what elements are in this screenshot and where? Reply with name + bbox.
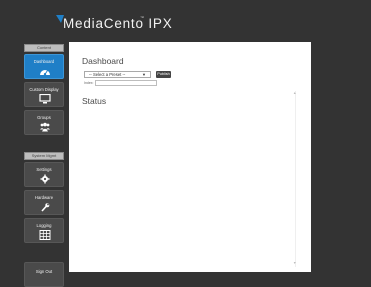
scroll-up-icon[interactable]: ▲ <box>293 91 296 95</box>
trademark-symbol: ™ <box>140 15 144 20</box>
sidebar-item-label: Settings <box>36 167 52 172</box>
sidebar-item-label: Logging <box>36 223 52 228</box>
sidebar-item-label: Hardware <box>34 195 54 200</box>
sidebar-item-logging[interactable]: Logging <box>24 218 64 243</box>
preset-select-value: -- Select a Preset -- <box>89 72 126 77</box>
logo-name: MediaCento <box>63 16 144 31</box>
sidebar-item-dashboard[interactable]: Dashboard <box>24 54 64 79</box>
preset-select[interactable]: -- Select a Preset -- ▼ <box>84 71 151 78</box>
index-label: Index: <box>84 80 94 85</box>
status-title: Status <box>82 96 107 106</box>
dashboard-icon <box>40 70 50 76</box>
wrench-icon <box>41 203 50 212</box>
users-icon <box>40 122 50 132</box>
sidebar-item-hardware[interactable]: Hardware <box>24 190 64 215</box>
logo-suffix: IPX <box>148 16 173 31</box>
chevron-down-icon: ▼ <box>142 72 146 77</box>
sidebar-item-label: Dashboard <box>33 59 55 64</box>
section-header-content: Content <box>24 44 64 52</box>
index-input[interactable] <box>95 80 157 86</box>
sidebar-item-settings[interactable]: Settings <box>24 162 64 187</box>
page-title: Dashboard <box>82 56 124 66</box>
publish-button[interactable]: Publish <box>156 71 171 78</box>
monitor-icon <box>39 94 51 104</box>
table-icon <box>39 230 51 240</box>
main-panel: Dashboard -- Select a Preset -- ▼ Publis… <box>69 42 311 272</box>
scroll-down-icon[interactable]: ▼ <box>293 261 296 265</box>
sidebar-item-label: Groups <box>37 115 51 120</box>
logo-text: MediaCento IPX <box>63 16 173 31</box>
gear-icon <box>40 174 50 184</box>
section-header-system: System Mgmt <box>24 152 64 160</box>
status-scrollbar[interactable] <box>295 91 296 267</box>
sidebar-item-custom-display[interactable]: Custom Display <box>24 82 64 107</box>
sidebar-item-groups[interactable]: Groups <box>24 110 64 135</box>
sign-out-button[interactable]: Sign Out <box>24 262 64 287</box>
sidebar-item-label: Custom Display <box>29 87 59 92</box>
